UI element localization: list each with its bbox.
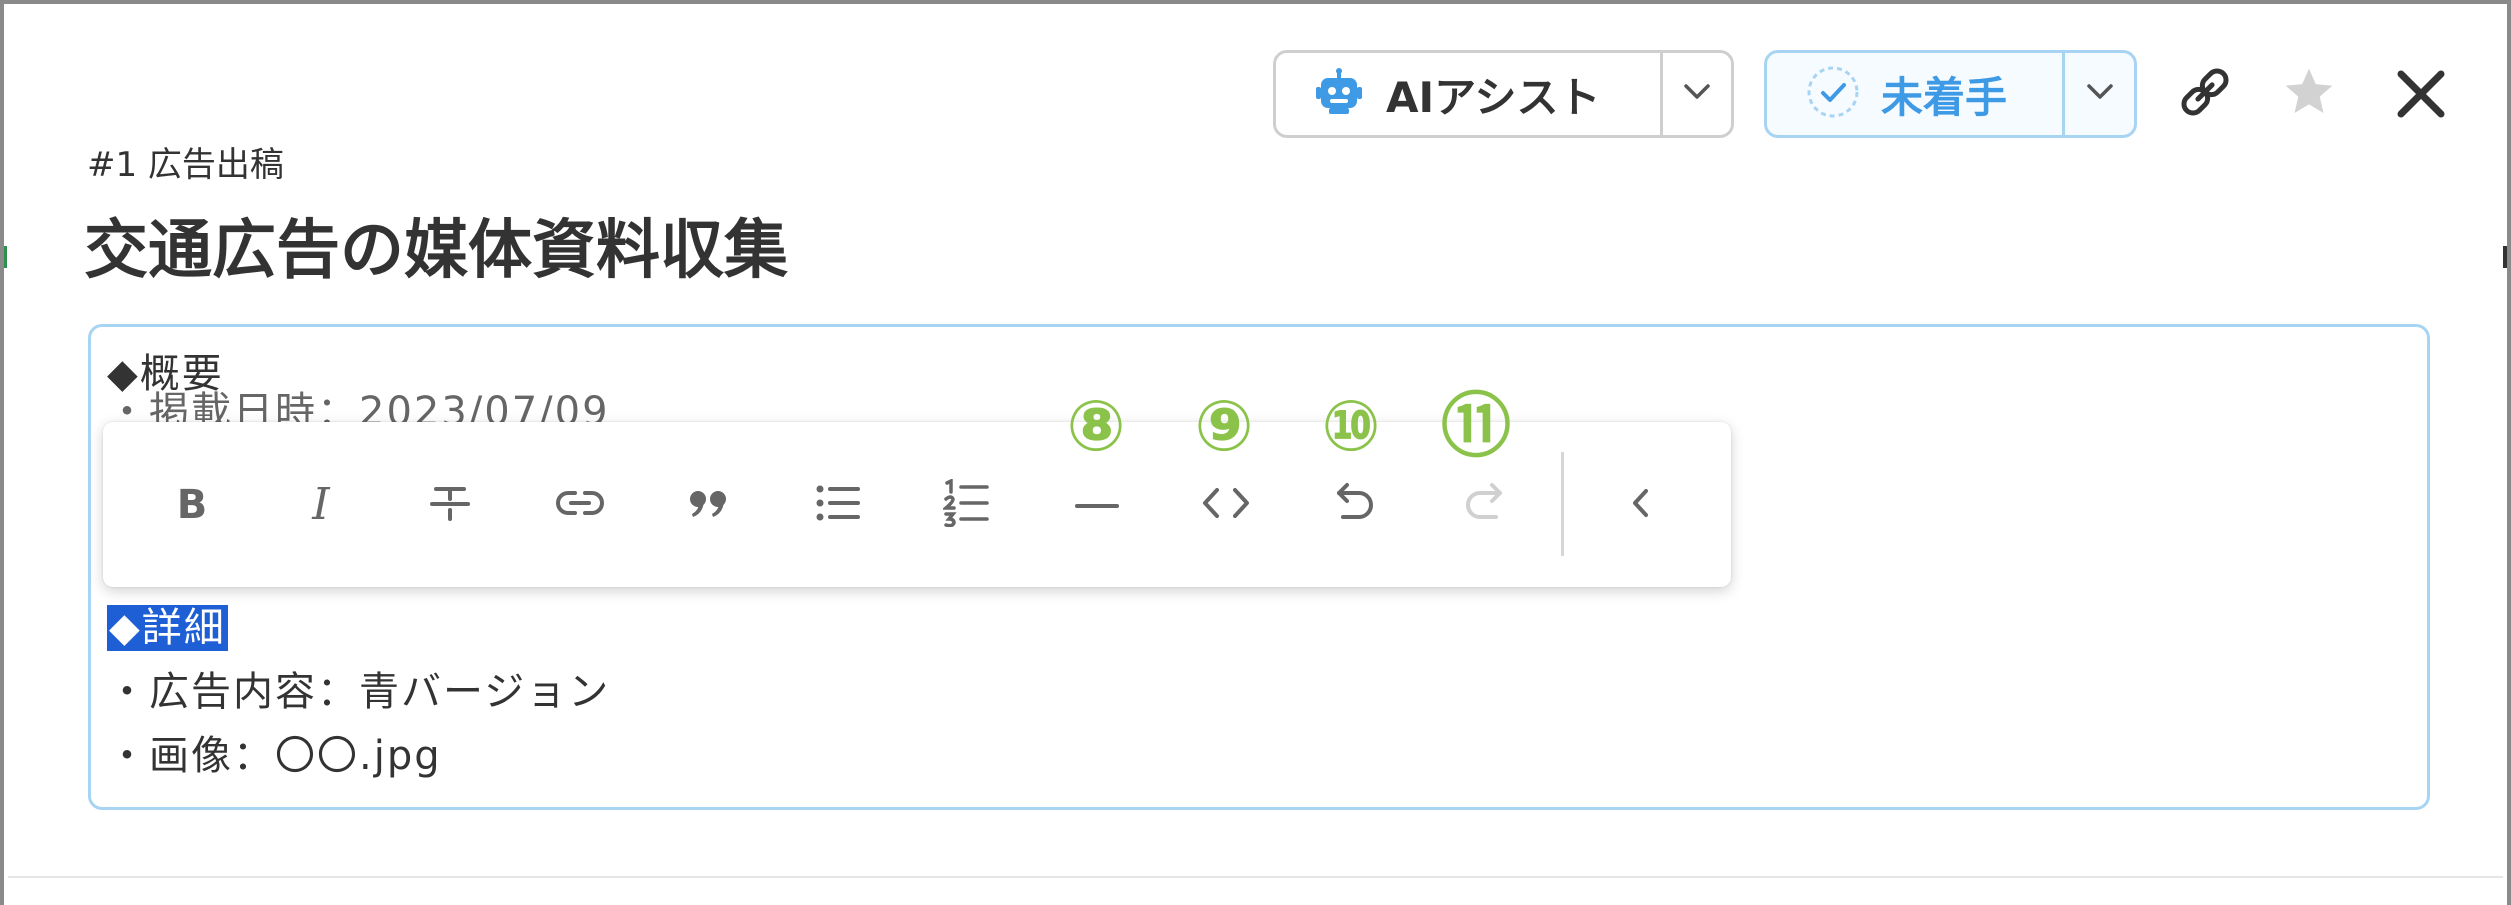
undo-button[interactable] [1324,474,1386,536]
bold-icon: B [176,482,208,528]
horizontal-rule-icon [1075,496,1119,515]
link-button[interactable] [549,474,611,536]
ai-assist-button[interactable]: AIアシスト [1276,53,1663,135]
robot-icon [1314,67,1364,121]
ai-assist-split-button: AIアシスト [1273,50,1734,138]
quote-icon [687,483,731,527]
callout-10: ⑩ [1321,385,1381,467]
edge-marker [2503,246,2507,268]
callout-9: ⑨ [1194,385,1254,467]
chevron-left-icon [1629,486,1653,524]
link-icon [2175,62,2235,126]
check-circle-icon [1805,64,1861,124]
bold-button[interactable]: B [161,474,223,536]
status-dropdown[interactable] [2065,53,2134,135]
strikethrough-icon [428,481,472,529]
footer-divider [8,876,2503,878]
selected-text: ◆詳細 [107,605,228,651]
callout-11: ⑪ [1441,385,1511,467]
close-icon [2395,68,2447,124]
chevron-down-icon [2085,82,2115,106]
task-detail-modal: AIアシスト 未着手 #1 広告出稿 交通広告の媒体資料収集 ◆概要 ・掲載日時… [0,0,2511,905]
copy-link-button[interactable] [2172,61,2238,127]
code-icon [1201,486,1251,524]
redo-icon [1462,481,1506,529]
editor-line: ・画像：〇〇.jpg [107,733,442,779]
page-title[interactable]: 交通広告の媒体資料収集 [84,209,788,293]
link-icon [555,481,605,529]
numbered-list-icon [941,478,991,531]
task-number: #1 広告出稿 [87,145,284,185]
callout-8: ⑧ [1066,385,1126,467]
ai-assist-dropdown[interactable] [1663,53,1731,135]
status-label: 未着手 [1881,72,2008,122]
italic-icon: I [312,479,330,530]
ai-assist-label: AIアシスト [1386,72,1601,122]
undo-icon [1333,481,1377,529]
star-icon [2281,64,2337,124]
editor-line: ・広告内容：青バージョン [107,669,611,715]
close-button[interactable] [2386,61,2456,131]
code-button[interactable] [1195,474,1257,536]
bullet-list-icon [814,481,862,529]
favorite-button[interactable] [2276,61,2342,127]
editor-line: ◆詳細 [107,599,228,657]
blockquote-button[interactable] [678,474,740,536]
redo-button[interactable] [1453,474,1515,536]
toolbar-divider [1561,452,1564,556]
italic-button[interactable]: I [290,474,352,536]
collapse-toolbar-button[interactable] [1610,474,1672,536]
horizontal-rule-button[interactable] [1066,474,1128,536]
status-split-button: 未着手 [1764,50,2137,138]
chevron-down-icon [1682,82,1712,106]
status-button[interactable]: 未着手 [1767,53,2065,135]
bullet-list-button[interactable] [807,474,869,536]
numbered-list-button[interactable] [936,474,998,536]
strikethrough-button[interactable] [419,474,481,536]
edge-marker [4,246,7,268]
